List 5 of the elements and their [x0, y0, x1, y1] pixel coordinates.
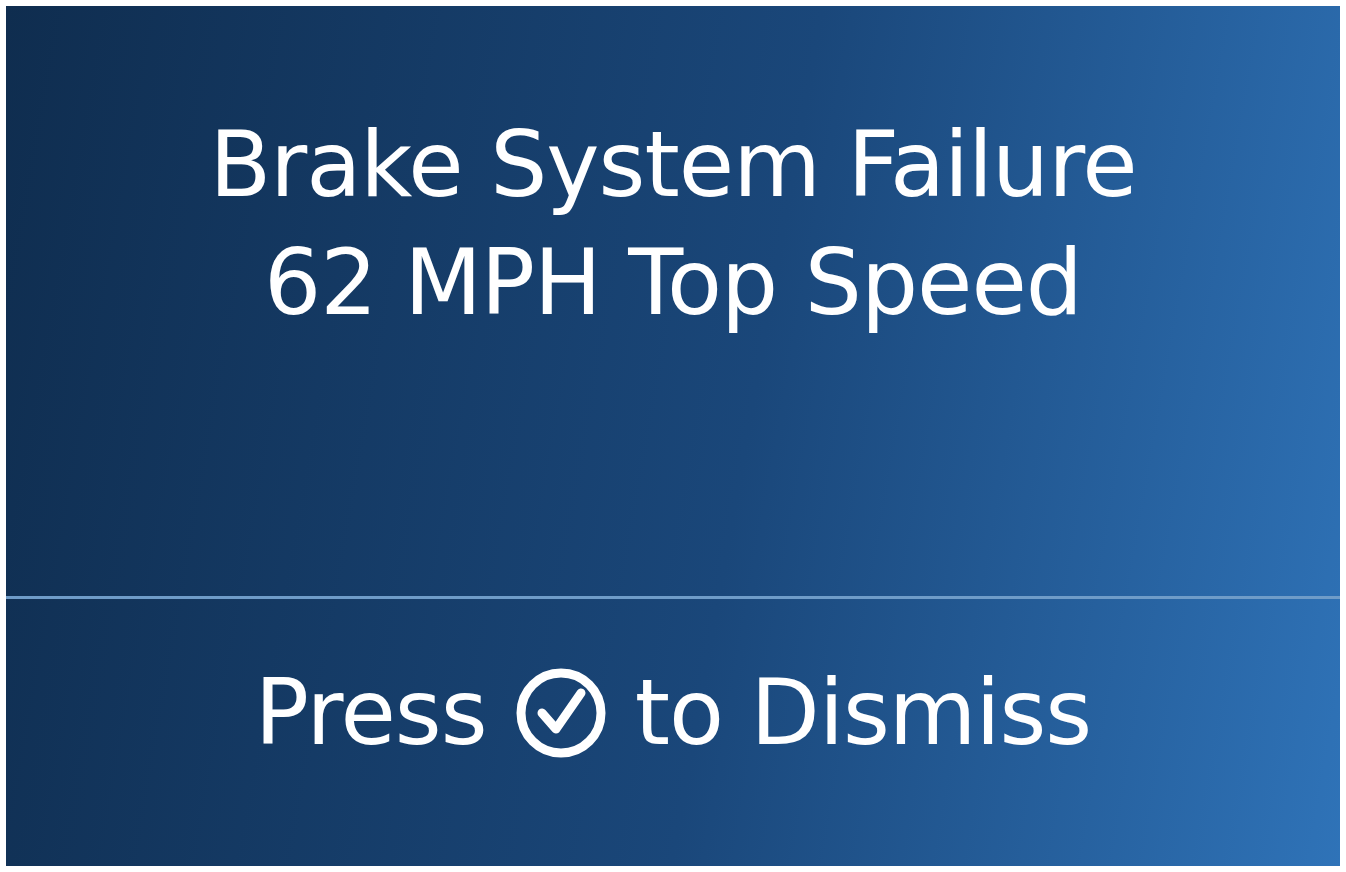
dismiss-text: Press	[254, 660, 487, 765]
warning-text: Brake System Failure	[209, 111, 1137, 219]
dismiss-text: to Dismiss	[634, 660, 1092, 765]
check-circle-icon	[514, 666, 607, 759]
warning-text: 62 MPH Top Speed	[264, 229, 1082, 337]
